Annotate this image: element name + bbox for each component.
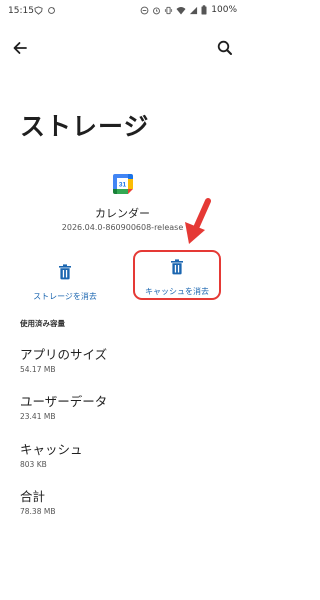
trash-icon bbox=[171, 259, 183, 275]
list-item-cache: キャッシュ 803 KB bbox=[20, 439, 230, 469]
app-size-value: 54.17 MB bbox=[20, 365, 56, 374]
cache-value: 803 KB bbox=[20, 460, 47, 469]
arrow-back-icon bbox=[13, 42, 27, 54]
calendar-app-icon: 31 bbox=[113, 174, 133, 194]
shield-notification-icon bbox=[34, 6, 43, 15]
cache-label: キャッシュ bbox=[20, 442, 83, 457]
list-item-user-data: ユーザーデータ 23.41 MB bbox=[20, 391, 230, 421]
app-size-label: アプリのサイズ bbox=[20, 347, 108, 362]
wifi-icon bbox=[176, 6, 186, 14]
calendar-icon-date: 31 bbox=[119, 181, 127, 188]
sync-notification-icon bbox=[48, 7, 55, 14]
top-app-bar bbox=[0, 36, 245, 60]
total-label: 合計 bbox=[20, 489, 46, 504]
vibrate-icon bbox=[165, 6, 173, 14]
alarm-icon bbox=[153, 7, 161, 14]
user-data-value: 23.41 MB bbox=[20, 412, 56, 421]
signal-icon bbox=[190, 6, 198, 14]
search-icon bbox=[217, 40, 232, 55]
list-item-total: 合計 78.38 MB bbox=[20, 486, 230, 516]
battery-percentage: 100% bbox=[211, 5, 237, 15]
clear-cache-button[interactable]: キャッシュを消去 bbox=[133, 250, 221, 300]
dnd-icon bbox=[140, 6, 149, 14]
back-button[interactable] bbox=[10, 38, 30, 58]
status-system-icons: 100% bbox=[140, 5, 237, 15]
clear-storage-button[interactable]: ストレージを消去 bbox=[10, 258, 120, 304]
list-item-app-size: アプリのサイズ 54.17 MB bbox=[20, 344, 230, 374]
status-bar: 15:15 100% bbox=[0, 0, 245, 24]
search-button[interactable] bbox=[215, 38, 235, 58]
clear-storage-label: ストレージを消去 bbox=[33, 292, 97, 301]
page-title: ストレージ bbox=[20, 112, 150, 141]
status-time: 15:15 bbox=[8, 6, 34, 16]
battery-icon bbox=[201, 5, 207, 15]
user-data-label: ユーザーデータ bbox=[20, 394, 108, 409]
total-value: 78.38 MB bbox=[20, 507, 56, 516]
red-arrow-annotation bbox=[185, 198, 211, 244]
usage-section-header: 使用済み容量 bbox=[20, 319, 65, 328]
status-notification-icons bbox=[34, 6, 56, 15]
trash-icon bbox=[59, 264, 71, 280]
clear-cache-label: キャッシュを消去 bbox=[145, 287, 209, 296]
